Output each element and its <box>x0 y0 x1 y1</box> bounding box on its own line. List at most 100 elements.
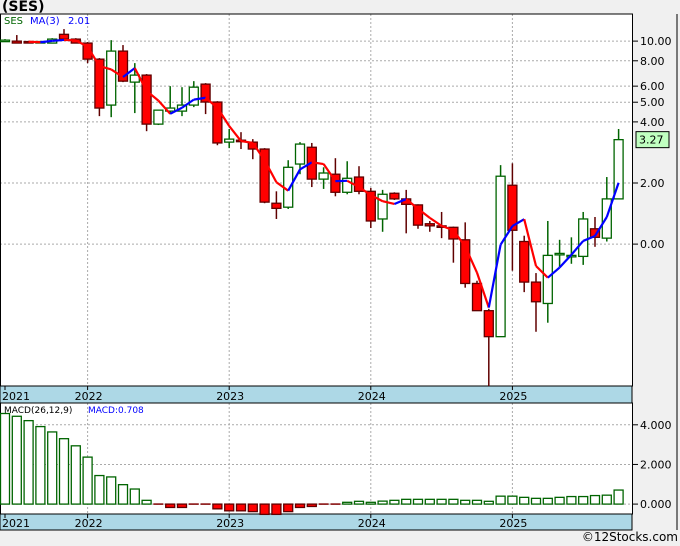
date-label: 2022 <box>75 390 103 403</box>
macd-bar <box>247 503 258 513</box>
macd-legend-label: MACD(26,12,9) <box>4 406 72 416</box>
ma-line-segment <box>40 39 53 44</box>
candle <box>389 192 400 200</box>
macd-bar <box>58 438 70 505</box>
price-tick-label: 4.00 <box>640 116 665 129</box>
macd-bar <box>353 500 365 505</box>
macd-bar <box>365 501 376 505</box>
macd-bar <box>566 495 577 505</box>
macd-bar <box>495 495 506 505</box>
macd-bar <box>11 415 22 505</box>
macd-bar <box>412 498 424 505</box>
candle <box>613 129 624 200</box>
macd-bar <box>165 503 176 509</box>
candle-body <box>377 193 388 220</box>
candle-body <box>224 138 235 143</box>
candle-body <box>530 281 542 303</box>
macd-bar <box>306 503 317 508</box>
legend-ma-label: MA(3) <box>30 16 60 27</box>
macd-bar <box>389 499 400 505</box>
candle-body <box>318 172 329 180</box>
macd-bar <box>294 503 306 509</box>
date-label: 2024 <box>358 517 386 530</box>
candle-body <box>11 40 22 44</box>
macd-bar <box>613 489 624 505</box>
macd-bar <box>342 501 353 505</box>
macd-bar <box>212 503 223 510</box>
macd-tick-label: 0.000 <box>640 498 672 511</box>
date-label: 2024 <box>358 390 386 403</box>
ma-line-segment <box>52 38 65 42</box>
candle-body <box>471 282 483 312</box>
macd-bar <box>554 496 565 505</box>
candle <box>495 165 506 338</box>
candle-body <box>578 218 589 258</box>
candle-body <box>554 252 565 256</box>
macd-bar <box>47 431 58 505</box>
candle-body <box>271 202 282 210</box>
macd-bar <box>82 456 93 505</box>
macd-bar <box>141 499 152 505</box>
candle <box>153 109 164 126</box>
date-label: 2023 <box>216 517 244 530</box>
copyright-footer: ©12Stocks.com <box>581 530 678 544</box>
macd-bar <box>176 503 188 509</box>
macd-bar <box>471 499 483 505</box>
candle-body <box>294 143 306 165</box>
price-tick-label: 10.00 <box>640 35 672 48</box>
macd-bar <box>283 503 294 513</box>
macd-bar <box>94 474 105 505</box>
date-label: 2023 <box>216 390 244 403</box>
candle <box>106 40 117 118</box>
macd-bar <box>436 498 447 505</box>
date-label: 2022 <box>75 517 103 530</box>
candle-body <box>424 223 435 227</box>
macd-bar <box>460 499 471 505</box>
date-label: 2025 <box>499 390 527 403</box>
macd-bar <box>578 495 589 505</box>
macd-bar <box>235 503 247 512</box>
macd-bar <box>271 503 282 516</box>
date-label: 2021 <box>2 390 30 403</box>
stock-chart: 10.00 8.00 6.00 5.00 4.00 2.00 0.00 4.000 2.000 0… <box>0 13 678 531</box>
macd-bar <box>483 500 494 505</box>
candle-body <box>542 254 553 305</box>
macd-bar <box>117 484 129 505</box>
candle-body <box>389 192 400 200</box>
macd-bar <box>129 488 140 505</box>
macd-bar <box>377 500 388 505</box>
candle-body <box>0 39 11 43</box>
macd-bar <box>106 476 117 505</box>
candle-body <box>106 50 117 106</box>
macd-bar <box>519 496 530 505</box>
macd-bar <box>70 445 81 505</box>
price-tick-label: 5.00 <box>640 96 665 109</box>
price-tick-label: 8.00 <box>640 55 665 68</box>
candle-body <box>153 109 164 125</box>
macd-bar <box>530 497 542 505</box>
macd-bar <box>542 497 553 505</box>
price-tick-label: 6.00 <box>640 80 665 93</box>
macd-bar <box>601 494 612 505</box>
macd-tick-label: 2.000 <box>640 458 672 471</box>
macd-bar <box>0 412 11 505</box>
candle-body <box>483 310 494 338</box>
candle-body <box>519 240 530 283</box>
macd-bar <box>35 425 46 505</box>
candle-body <box>58 33 70 40</box>
last-price-label: 3.27 <box>639 134 664 147</box>
macd-bar <box>401 498 412 505</box>
date-label: 2025 <box>499 517 527 530</box>
legend-symbol: SES <box>4 16 23 27</box>
legend-ma-value: 2.01 <box>68 16 90 27</box>
macd-bar <box>507 495 518 505</box>
price-tick-label: 0.00 <box>640 238 665 251</box>
date-label: 2021 <box>2 517 30 530</box>
macd-bar <box>424 498 435 505</box>
macd-legend-value: MACD:0.708 <box>88 406 144 416</box>
macd-bar <box>23 419 34 505</box>
macd-bar <box>224 503 235 512</box>
macd-bar <box>259 503 270 516</box>
macd-bar <box>448 498 459 505</box>
macd-bar <box>589 494 601 505</box>
